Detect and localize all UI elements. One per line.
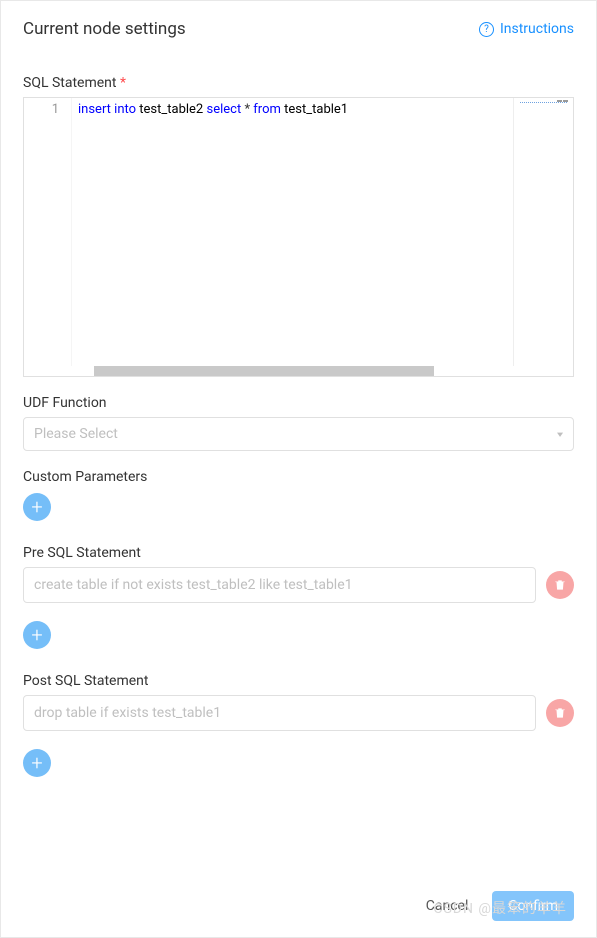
line-number: 1	[28, 102, 59, 117]
custom-parameters-label: Custom Parameters	[23, 469, 574, 485]
post-sql-input[interactable]: drop table if exists test_table1	[23, 695, 536, 731]
confirm-button[interactable]: Confirm	[492, 891, 574, 921]
editor-h-scrollbar[interactable]	[24, 366, 573, 376]
cancel-button[interactable]: Cancel	[416, 892, 479, 920]
add-custom-parameter-button[interactable]: +	[23, 493, 51, 521]
help-icon: ?	[479, 22, 494, 37]
sql-editor[interactable]: 1 insert into test_table2 select * from	[23, 97, 574, 377]
keyword-from: from	[253, 102, 281, 117]
post-sql-label: Post SQL Statement	[23, 673, 574, 689]
pre-sql-input[interactable]: create table if not exists test_table2 l…	[23, 567, 536, 603]
post-sql-value: drop table if exists test_table1	[34, 705, 221, 721]
editor-controls-icon	[557, 100, 571, 106]
pre-sql-value: create table if not exists test_table2 l…	[34, 577, 353, 593]
sql-statement-label: SQL Statement	[23, 75, 574, 91]
instructions-label: Instructions	[500, 21, 574, 37]
udf-function-select[interactable]: Please Select ▾	[23, 417, 574, 451]
editor-gutter: 1	[24, 98, 72, 366]
plus-icon: +	[31, 753, 42, 773]
table-test-table1: test_table1	[284, 102, 348, 117]
add-post-sql-button[interactable]: +	[23, 749, 51, 777]
trash-icon	[553, 706, 567, 720]
editor-minimap[interactable]	[513, 98, 573, 366]
plus-icon: +	[31, 625, 42, 645]
add-pre-sql-button[interactable]: +	[23, 621, 51, 649]
chevron-down-icon: ▾	[557, 429, 563, 439]
delete-post-sql-button[interactable]	[546, 699, 574, 727]
instructions-link[interactable]: ? Instructions	[479, 21, 574, 37]
content-scroll[interactable]: SQL Statement 1 insert into test_table2 …	[1, 57, 596, 881]
keyword-select: select	[206, 102, 241, 117]
scrollbar-thumb[interactable]	[94, 366, 434, 376]
keyword-into: into	[114, 102, 136, 117]
table-test-table2: test_table2	[139, 102, 203, 117]
pre-sql-label: Pre SQL Statement	[23, 545, 574, 561]
delete-pre-sql-button[interactable]	[546, 571, 574, 599]
plus-icon: +	[31, 497, 42, 517]
star-token: *	[244, 102, 250, 117]
code-line[interactable]: insert into test_table2 select * from te…	[72, 98, 354, 366]
keyword-insert: insert	[78, 102, 111, 117]
udf-function-label: UDF Function	[23, 395, 574, 411]
udf-placeholder: Please Select	[34, 426, 118, 442]
trash-icon	[553, 578, 567, 592]
page-title: Current node settings	[23, 19, 186, 39]
